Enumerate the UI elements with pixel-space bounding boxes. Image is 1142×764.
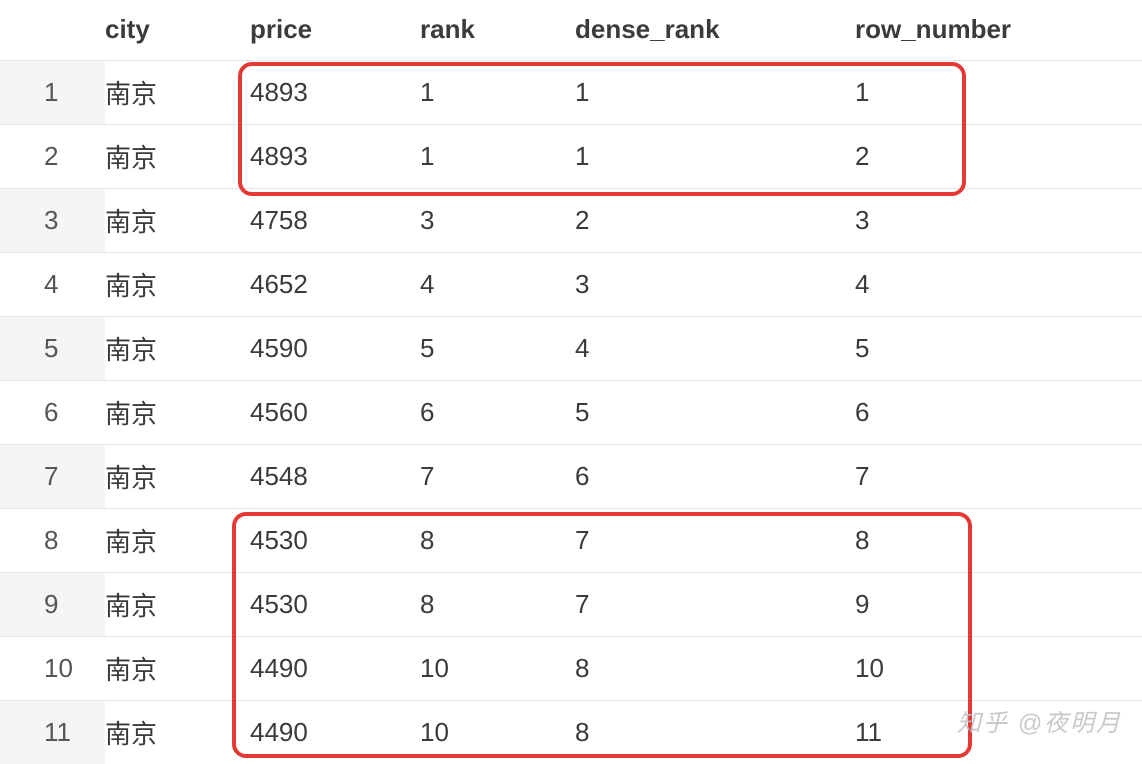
cell-row-number: 11	[855, 700, 1142, 764]
cell-price: 4652	[250, 252, 420, 316]
cell-price: 4893	[250, 124, 420, 188]
cell-index: 4	[0, 252, 105, 316]
table-row: 7 南京 4548 7 6 7	[0, 444, 1142, 508]
col-rank: rank	[420, 0, 575, 60]
cell-index: 3	[0, 188, 105, 252]
cell-rank: 10	[420, 700, 575, 764]
cell-dense-rank: 3	[575, 252, 855, 316]
cell-row-number: 4	[855, 252, 1142, 316]
cell-row-number: 9	[855, 572, 1142, 636]
cell-index: 10	[0, 636, 105, 700]
cell-rank: 3	[420, 188, 575, 252]
cell-rank: 4	[420, 252, 575, 316]
table-row: 3 南京 4758 3 2 3	[0, 188, 1142, 252]
header-row: city price rank dense_rank row_number	[0, 0, 1142, 60]
cell-index: 6	[0, 380, 105, 444]
cell-price: 4590	[250, 316, 420, 380]
cell-price: 4530	[250, 508, 420, 572]
table-row: 1 南京 4893 1 1 1	[0, 60, 1142, 124]
col-price: price	[250, 0, 420, 60]
cell-rank: 8	[420, 572, 575, 636]
cell-city: 南京	[105, 444, 250, 508]
cell-city: 南京	[105, 124, 250, 188]
cell-row-number: 5	[855, 316, 1142, 380]
cell-price: 4893	[250, 60, 420, 124]
cell-rank: 7	[420, 444, 575, 508]
cell-city: 南京	[105, 572, 250, 636]
cell-city: 南京	[105, 188, 250, 252]
table-row: 6 南京 4560 6 5 6	[0, 380, 1142, 444]
cell-rank: 1	[420, 124, 575, 188]
cell-dense-rank: 4	[575, 316, 855, 380]
cell-dense-rank: 8	[575, 636, 855, 700]
table-row: 11 南京 4490 10 8 11	[0, 700, 1142, 764]
cell-rank: 10	[420, 636, 575, 700]
col-dense-rank: dense_rank	[575, 0, 855, 60]
cell-price: 4548	[250, 444, 420, 508]
table-row: 10 南京 4490 10 8 10	[0, 636, 1142, 700]
cell-index: 5	[0, 316, 105, 380]
table-row: 9 南京 4530 8 7 9	[0, 572, 1142, 636]
cell-dense-rank: 7	[575, 508, 855, 572]
cell-rank: 1	[420, 60, 575, 124]
cell-row-number: 10	[855, 636, 1142, 700]
cell-index: 7	[0, 444, 105, 508]
cell-row-number: 2	[855, 124, 1142, 188]
cell-city: 南京	[105, 252, 250, 316]
cell-index: 9	[0, 572, 105, 636]
cell-index: 11	[0, 700, 105, 764]
col-index	[0, 0, 105, 60]
cell-dense-rank: 7	[575, 572, 855, 636]
table-row: 8 南京 4530 8 7 8	[0, 508, 1142, 572]
table-row: 5 南京 4590 5 4 5	[0, 316, 1142, 380]
cell-city: 南京	[105, 636, 250, 700]
cell-row-number: 7	[855, 444, 1142, 508]
cell-dense-rank: 6	[575, 444, 855, 508]
cell-dense-rank: 1	[575, 124, 855, 188]
cell-row-number: 6	[855, 380, 1142, 444]
cell-price: 4560	[250, 380, 420, 444]
cell-index: 1	[0, 60, 105, 124]
col-row-number: row_number	[855, 0, 1142, 60]
cell-row-number: 1	[855, 60, 1142, 124]
cell-dense-rank: 2	[575, 188, 855, 252]
cell-city: 南京	[105, 700, 250, 764]
cell-price: 4490	[250, 700, 420, 764]
cell-rank: 8	[420, 508, 575, 572]
data-table: city price rank dense_rank row_number 1 …	[0, 0, 1142, 764]
cell-city: 南京	[105, 380, 250, 444]
cell-row-number: 8	[855, 508, 1142, 572]
cell-index: 8	[0, 508, 105, 572]
table-row: 4 南京 4652 4 3 4	[0, 252, 1142, 316]
cell-city: 南京	[105, 60, 250, 124]
cell-rank: 6	[420, 380, 575, 444]
cell-city: 南京	[105, 316, 250, 380]
cell-row-number: 3	[855, 188, 1142, 252]
cell-price: 4530	[250, 572, 420, 636]
cell-index: 2	[0, 124, 105, 188]
cell-dense-rank: 5	[575, 380, 855, 444]
cell-dense-rank: 8	[575, 700, 855, 764]
cell-price: 4490	[250, 636, 420, 700]
cell-dense-rank: 1	[575, 60, 855, 124]
cell-rank: 5	[420, 316, 575, 380]
cell-price: 4758	[250, 188, 420, 252]
table-row: 2 南京 4893 1 1 2	[0, 124, 1142, 188]
col-city: city	[105, 0, 250, 60]
cell-city: 南京	[105, 508, 250, 572]
